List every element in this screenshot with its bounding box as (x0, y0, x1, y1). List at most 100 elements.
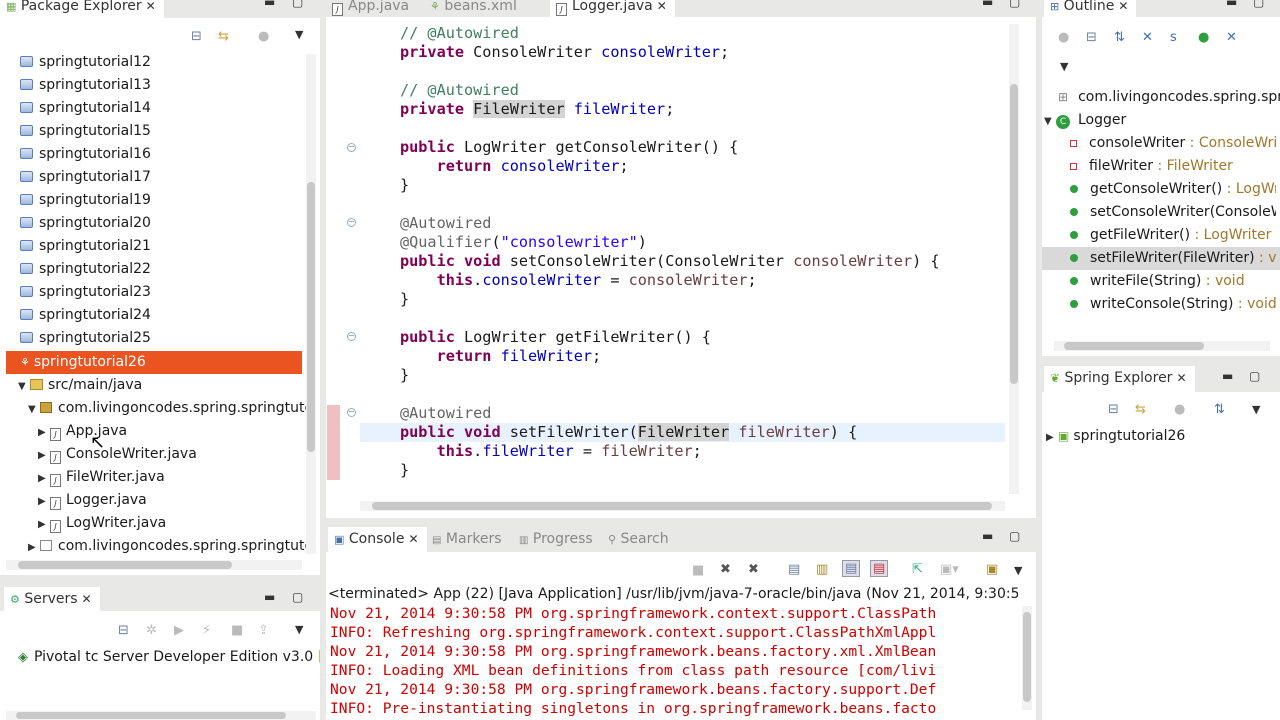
tree-item-project[interactable]: springtutorial19 (20, 189, 151, 212)
stop-server-icon[interactable]: ■ (231, 623, 243, 638)
show-on-stderr-icon[interactable]: ▤ (870, 560, 889, 577)
scroll-thumb[interactable] (1023, 612, 1031, 702)
view-menu-icon[interactable]: ▼ (295, 28, 303, 41)
tree-item-file[interactable]: ▶ J ConsoleWriter.java (38, 443, 197, 466)
collapsed-icon[interactable]: ▶ (28, 536, 40, 559)
console-scrollbar[interactable] (1022, 606, 1032, 710)
collapsed-icon[interactable]: ▶ (38, 444, 50, 467)
tab-servers[interactable]: ⚙ Servers ✕ (4, 587, 100, 611)
tree-item-project[interactable]: springtutorial23 (20, 281, 151, 304)
close-icon[interactable]: ✕ (408, 532, 418, 546)
tree-item-file[interactable]: ▶ J LogWriter.java (38, 512, 166, 535)
tree-item-project[interactable]: springtutorial20 (20, 212, 151, 235)
collapse-all-icon[interactable]: ⊟ (118, 623, 129, 638)
collapsed-icon[interactable]: ▶ (1046, 426, 1058, 449)
link-with-editor-icon[interactable]: ⇆ (218, 29, 229, 44)
collapse-all-icon[interactable]: ⊟ (1086, 30, 1097, 45)
profile-icon[interactable]: ⚡ (202, 623, 211, 638)
tree-item-file[interactable]: ▶ J FileWriter.java (38, 466, 165, 489)
tree-item-project[interactable]: springtutorial24 (20, 304, 151, 327)
horizontal-scrollbar[interactable] (6, 560, 302, 570)
close-icon[interactable]: ✕ (1176, 371, 1186, 385)
focus-icon[interactable]: ● (1174, 402, 1185, 417)
debug-icon[interactable]: ✲ (146, 623, 157, 638)
tab-markers[interactable]: ▤ Markers (432, 527, 502, 548)
outline-member[interactable]: consoleWriter : ConsoleWri (1070, 132, 1276, 155)
scroll-thumb[interactable] (16, 712, 286, 719)
collapse-all-icon[interactable]: ⊟ (1108, 402, 1119, 417)
outline-member[interactable]: getFileWriter() : LogWriter (1070, 224, 1276, 247)
tab-logger-java[interactable]: J Logger.java ✕ (550, 0, 675, 18)
display-console-icon[interactable]: ▣▾ (940, 562, 959, 577)
clear-console-icon[interactable]: ▤ (788, 562, 800, 577)
collapsed-icon[interactable]: ▶ (38, 490, 50, 513)
collapsed-icon[interactable]: ▶ (38, 467, 50, 490)
scroll-thumb[interactable] (307, 182, 315, 452)
maximize-icon[interactable]: ▢ (292, 0, 303, 8)
spring-project-item[interactable]: ▶ ▣ springtutorial26 (1046, 425, 1185, 448)
start-server-icon[interactable]: ▶ (174, 623, 184, 638)
publish-icon[interactable]: ⇪ (258, 623, 269, 638)
tab-outline[interactable]: ⊞ Outline ✕ (1044, 0, 1137, 18)
collapsed-icon[interactable]: ▶ (38, 421, 50, 444)
outline-member[interactable]: getConsoleWriter() : LogWr (1070, 178, 1276, 201)
collapsed-icon[interactable]: ▶ (38, 513, 50, 536)
tree-item-project[interactable]: springtutorial14 (20, 97, 151, 120)
fold-icon[interactable]: − (347, 218, 356, 227)
tree-item-package[interactable]: ▼ com.livingoncodes.spring.springtutc (28, 397, 312, 420)
close-icon[interactable]: ✕ (657, 0, 667, 13)
tree-item-package-2[interactable]: ▶ com.livingoncodes.spring.springtutc (28, 535, 312, 558)
tree-item-project[interactable]: springtutorial22 (20, 258, 151, 281)
tree-item-project[interactable]: springtutorial25 (20, 327, 151, 350)
fold-icon[interactable]: − (347, 143, 356, 152)
maximize-icon[interactable]: ▢ (1249, 370, 1260, 382)
close-icon[interactable]: ✕ (146, 0, 156, 13)
remove-launch-icon[interactable]: ✖ (720, 562, 731, 577)
tree-item-project[interactable]: springtutorial21 (20, 235, 151, 258)
focus-icon[interactable]: ● (1058, 30, 1069, 45)
pin-console-icon[interactable]: ⇱ (912, 562, 923, 577)
view-menu-icon[interactable]: ▼ (1014, 564, 1022, 577)
server-item[interactable]: ◈ Pivotal tc Server Developer Edition v3.… (18, 646, 320, 669)
link-with-editor-icon[interactable]: ⇆ (1135, 402, 1146, 417)
maximize-icon[interactable]: ▢ (1009, 0, 1020, 8)
expanded-icon[interactable]: ▼ (18, 375, 30, 398)
open-console-icon[interactable]: ▣ (986, 562, 998, 577)
sort-icon[interactable]: ⇅ (1114, 30, 1125, 45)
sort-icon[interactable]: ⇅ (1214, 402, 1225, 417)
scroll-thumb[interactable] (1064, 342, 1204, 350)
view-menu-icon[interactable]: ▼ (1060, 60, 1068, 73)
outline-member[interactable]: writeFile(String) : void (1070, 270, 1276, 293)
terminate-icon[interactable]: ■ (692, 563, 704, 578)
outline-package[interactable]: ⊞ com.livingoncodes.spring.spr (1058, 86, 1280, 109)
outline-member[interactable]: fileWriter : FileWriter (1070, 155, 1276, 178)
outline-member[interactable]: writeConsole(String) : void (1070, 293, 1276, 316)
editor-horizontal-scrollbar[interactable] (360, 501, 1005, 511)
tree-item-project[interactable]: springtutorial16 (20, 143, 151, 166)
maximize-icon[interactable]: ▢ (1253, 0, 1264, 8)
hide-fields-icon[interactable]: ✕ (1142, 30, 1153, 45)
tab-progress[interactable]: ▥ Progress (519, 527, 593, 548)
close-icon[interactable]: ✕ (1118, 0, 1128, 13)
fold-icon[interactable]: − (347, 332, 356, 341)
editor-scrollbar[interactable] (1009, 24, 1019, 494)
minimize-icon[interactable]: ▬ (1222, 370, 1233, 382)
tree-item-src-folder[interactable]: ▼ src/main/java (18, 374, 142, 397)
scroll-lock-icon[interactable]: ▥ (816, 562, 828, 577)
tab-spring-explorer[interactable]: ❦ Spring Explorer ✕ (1044, 366, 1195, 392)
focus-icon[interactable]: ● (258, 29, 269, 44)
scroll-thumb[interactable] (372, 502, 992, 510)
scroll-thumb[interactable] (18, 561, 232, 569)
fold-icon[interactable]: − (347, 408, 356, 417)
show-on-stdout-icon[interactable]: ▤ (842, 560, 861, 577)
hide-local-types-icon[interactable]: ✕ (1226, 30, 1237, 45)
tree-item-project[interactable]: springtutorial13 (20, 74, 151, 97)
minimize-icon[interactable]: ▬ (264, 591, 275, 603)
view-menu-icon[interactable]: ▼ (1252, 403, 1260, 416)
expanded-icon[interactable]: ▼ (1044, 110, 1056, 133)
outline-horizontal-scrollbar[interactable] (1054, 341, 1270, 351)
view-menu-icon[interactable]: ▼ (295, 623, 303, 636)
hide-nonpublic-icon[interactable]: ● (1198, 30, 1209, 45)
collapse-all-icon[interactable]: ⊟ (191, 29, 202, 44)
tab-search[interactable]: ⚲ Search (608, 527, 669, 548)
